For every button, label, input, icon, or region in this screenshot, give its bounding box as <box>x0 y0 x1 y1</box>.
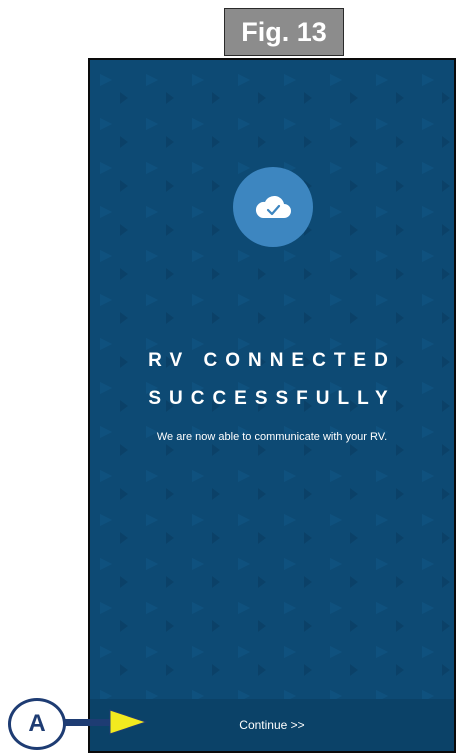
subtitle-text: We are now able to communicate with your… <box>156 431 388 443</box>
pointer-arrow-icon <box>64 709 148 735</box>
title-line-2: SUCCESSFULLY <box>148 388 396 409</box>
title-line-1: RV CONNECTED <box>148 350 396 371</box>
continue-label: Continue >> <box>239 718 305 732</box>
cloud-check-icon <box>233 167 313 247</box>
callout-a: A <box>8 698 66 750</box>
callout-letter: A <box>28 710 46 737</box>
phone-screen: RV CONNECTED SUCCESSFULLY We are now abl… <box>88 58 456 753</box>
figure-label: Fig. 13 <box>224 8 344 56</box>
